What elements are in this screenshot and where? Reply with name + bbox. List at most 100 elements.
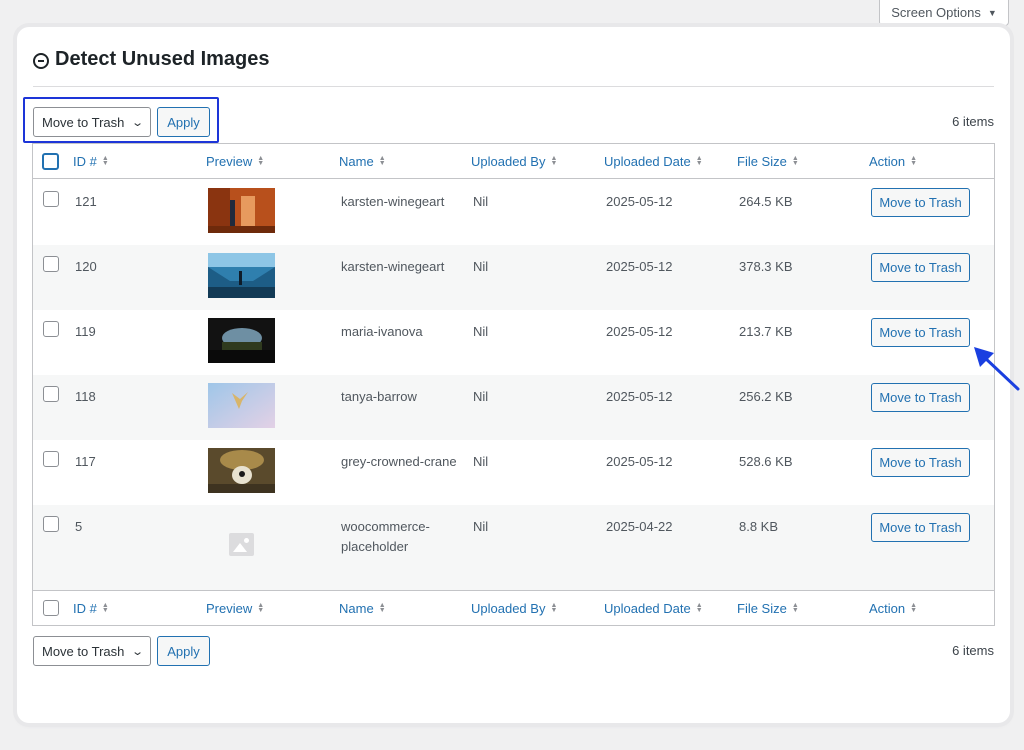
col-preview-footer[interactable]: Preview ▲ ▼ xyxy=(206,601,264,616)
row-uploaded-by: Nil xyxy=(473,194,489,209)
row-date: 2025-05-12 xyxy=(606,389,673,404)
apply-button[interactable]: Apply xyxy=(157,107,210,137)
pointer-arrow-icon xyxy=(974,347,1020,391)
row-uploaded-by: Nil xyxy=(473,324,489,339)
table-row: 120 karsten-winegeart Nil 2025-05-12 378… xyxy=(33,245,994,310)
col-uploaded-date-footer[interactable]: Uploaded Date ▲ ▼ xyxy=(604,601,703,616)
bulk-action-select-bottom[interactable]: Move to Trash ⌄ xyxy=(33,636,151,666)
row-checkbox[interactable] xyxy=(43,516,59,532)
select-all-checkbox-footer[interactable] xyxy=(43,600,59,616)
move-to-trash-button[interactable]: Move to Trash xyxy=(871,383,970,412)
row-date: 2025-04-22 xyxy=(606,519,673,534)
row-date: 2025-05-12 xyxy=(606,259,673,274)
bulk-action-selected: Move to Trash xyxy=(42,643,125,659)
row-uploaded-by: Nil xyxy=(473,519,489,534)
preview-thumbnail xyxy=(208,448,275,493)
screen-options-button[interactable]: Screen Options ▼ xyxy=(879,0,1009,26)
preview-thumbnail xyxy=(208,383,275,428)
caret-down-icon: ▼ xyxy=(987,7,997,18)
page-title: Detect Unused Images xyxy=(55,48,270,70)
table-row: 119 maria-ivanova Nil 2025-05-12 213.7 K… xyxy=(33,310,994,375)
row-name: karsten-winegeart xyxy=(341,194,445,209)
col-preview[interactable]: Preview ▲ ▼ xyxy=(206,154,264,169)
preview-thumbnail xyxy=(208,188,275,233)
col-action[interactable]: Action ▲ ▼ xyxy=(869,154,917,169)
table-row: 5 woocommerce- placeholder Nil 2025-04-2… xyxy=(33,505,994,591)
col-file-size[interactable]: File Size ▲ ▼ xyxy=(737,154,799,169)
sort-icon: ▲ ▼ xyxy=(695,602,703,614)
row-size: 378.3 KB xyxy=(739,259,793,274)
row-name: maria-ivanova xyxy=(341,324,423,339)
collapse-circle-icon[interactable] xyxy=(33,53,49,69)
row-date: 2025-05-12 xyxy=(606,454,673,469)
sort-icon: ▲ ▼ xyxy=(910,602,918,614)
col-name[interactable]: Name ▲ ▼ xyxy=(339,154,386,169)
col-id[interactable]: ID # ▲ ▼ xyxy=(73,154,109,169)
row-size: 264.5 KB xyxy=(739,194,793,209)
col-uploaded-date[interactable]: Uploaded Date ▲ ▼ xyxy=(604,154,703,169)
row-uploaded-by: Nil xyxy=(473,259,489,274)
row-date: 2025-05-12 xyxy=(606,194,673,209)
items-count-bottom: 6 items xyxy=(952,643,994,658)
sort-icon: ▲ ▼ xyxy=(101,155,109,167)
row-size: 8.8 KB xyxy=(739,519,779,534)
screen-options-label: Screen Options xyxy=(891,5,981,20)
sort-icon: ▲ ▼ xyxy=(910,155,918,167)
bulk-actions-bottom: Move to Trash ⌄ Apply xyxy=(33,636,210,666)
row-name: woocommerce- placeholder xyxy=(341,519,430,554)
placeholder-image-icon xyxy=(229,533,254,556)
table-footer: ID # ▲ ▼ Preview ▲ ▼ Name ▲ ▼ Uploaded By ▲ ▼ Up… xyxy=(33,590,994,625)
row-uploaded-by: Nil xyxy=(473,454,489,469)
row-id: 117 xyxy=(75,454,96,469)
row-name: karsten-winegeart xyxy=(341,259,445,274)
row-checkbox[interactable] xyxy=(43,451,59,467)
sort-icon: ▲ ▼ xyxy=(378,155,386,167)
row-uploaded-by: Nil xyxy=(473,389,489,404)
move-to-trash-button[interactable]: Move to Trash xyxy=(871,188,970,217)
row-checkbox[interactable] xyxy=(43,386,59,402)
sort-icon: ▲ ▼ xyxy=(378,602,386,614)
row-id: 5 xyxy=(75,519,83,534)
row-checkbox[interactable] xyxy=(43,191,59,207)
move-to-trash-button[interactable]: Move to Trash xyxy=(871,318,970,347)
row-id: 119 xyxy=(75,324,96,339)
col-id-footer[interactable]: ID # ▲ ▼ xyxy=(73,601,109,616)
chevron-down-icon: ⌄ xyxy=(130,116,144,129)
row-name: tanya-barrow xyxy=(341,389,417,404)
move-to-trash-button[interactable]: Move to Trash xyxy=(871,253,970,282)
sort-icon: ▲ ▼ xyxy=(695,155,703,167)
row-size: 213.7 KB xyxy=(739,324,793,339)
col-action-footer[interactable]: Action ▲ ▼ xyxy=(869,601,917,616)
main-card: Detect Unused Images Move to Trash ⌄ App… xyxy=(17,27,1010,723)
table-row: 121 karsten-winegeart Nil 2025-05-12 264… xyxy=(33,180,994,245)
row-name: grey-crowned-crane xyxy=(341,454,457,469)
sort-icon: ▲ ▼ xyxy=(791,602,799,614)
bulk-action-selected: Move to Trash xyxy=(42,114,125,130)
move-to-trash-button[interactable]: Move to Trash xyxy=(871,513,970,542)
sort-icon: ▲ ▼ xyxy=(791,155,799,167)
title-row: Detect Unused Images xyxy=(33,45,994,87)
bulk-action-select[interactable]: Move to Trash ⌄ xyxy=(33,107,151,137)
row-id: 121 xyxy=(75,194,97,209)
sort-icon: ▲ ▼ xyxy=(550,155,558,167)
col-name-footer[interactable]: Name ▲ ▼ xyxy=(339,601,386,616)
row-date: 2025-05-12 xyxy=(606,324,673,339)
row-checkbox[interactable] xyxy=(43,256,59,272)
table-row: 118 tanya-barrow Nil 2025-05-12 256.2 KB… xyxy=(33,375,994,440)
sort-icon: ▲ ▼ xyxy=(257,155,265,167)
sort-icon: ▲ ▼ xyxy=(101,602,109,614)
preview-thumbnail xyxy=(208,253,275,298)
chevron-down-icon: ⌄ xyxy=(130,645,144,658)
select-all-checkbox[interactable] xyxy=(42,152,59,170)
col-file-size-footer[interactable]: File Size ▲ ▼ xyxy=(737,601,799,616)
col-uploaded-by[interactable]: Uploaded By ▲ ▼ xyxy=(471,154,557,169)
items-count: 6 items xyxy=(952,114,994,129)
preview-thumbnail xyxy=(208,318,275,363)
sort-icon: ▲ ▼ xyxy=(550,602,558,614)
row-size: 256.2 KB xyxy=(739,389,793,404)
row-checkbox[interactable] xyxy=(43,321,59,337)
col-uploaded-by-footer[interactable]: Uploaded By ▲ ▼ xyxy=(471,601,557,616)
move-to-trash-button[interactable]: Move to Trash xyxy=(871,448,970,477)
sort-icon: ▲ ▼ xyxy=(257,602,265,614)
apply-button-bottom[interactable]: Apply xyxy=(157,636,210,666)
